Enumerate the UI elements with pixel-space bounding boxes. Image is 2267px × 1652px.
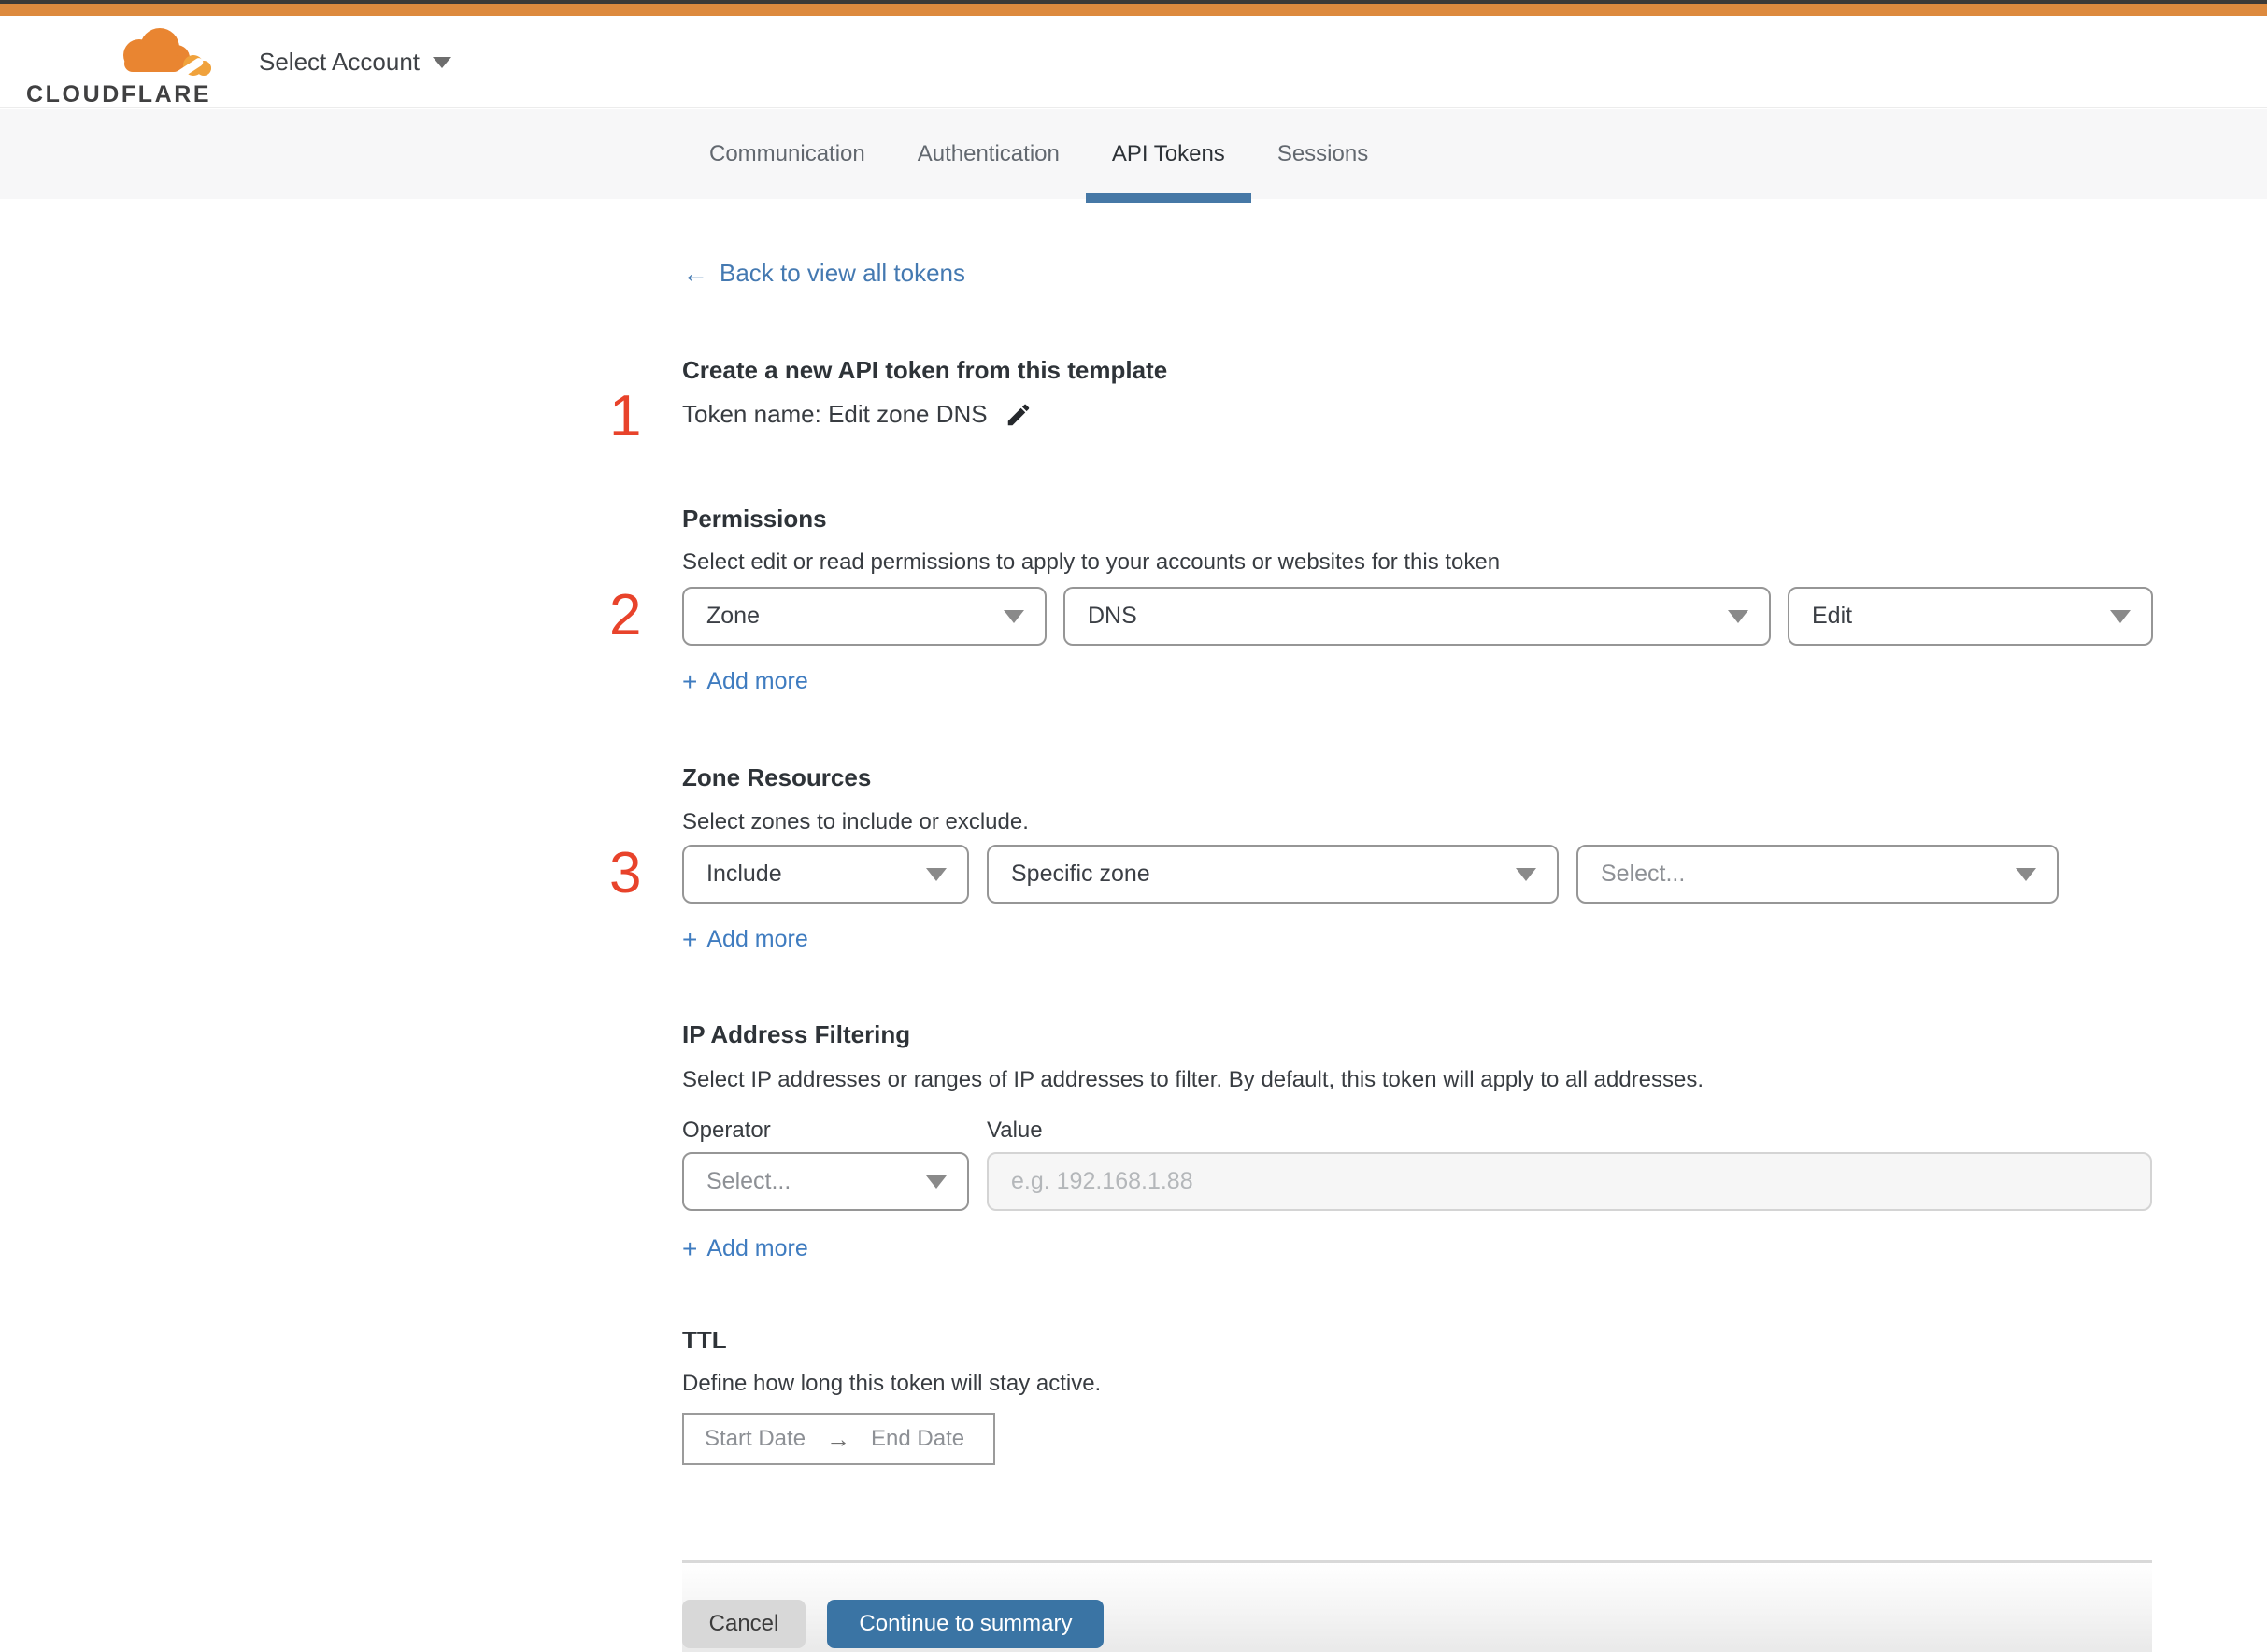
value-label: Value	[987, 1118, 1043, 1143]
brand-accent-bar	[0, 4, 2267, 16]
cancel-button[interactable]: Cancel	[682, 1600, 806, 1648]
tab-sessions[interactable]: Sessions	[1251, 109, 1394, 199]
step-marker-2: 2	[609, 583, 642, 648]
tab-communication[interactable]: Communication	[683, 109, 891, 199]
operator-label: Operator	[682, 1118, 771, 1143]
permissions-add-more-link[interactable]: + Add more	[682, 668, 808, 695]
permissions-row: Zone DNS Edit	[682, 587, 2153, 646]
zone-type-select[interactable]: Specific zone	[987, 845, 1559, 904]
date-range-arrow-icon: →	[826, 1424, 851, 1453]
start-date-field[interactable]: Start Date	[705, 1426, 806, 1452]
chevron-down-icon	[926, 1175, 947, 1189]
back-arrow-icon: ←	[682, 258, 708, 288]
tabs: Communication Authentication API Tokens …	[683, 109, 1394, 203]
ip-filtering-row: Select...	[682, 1152, 2152, 1211]
permission-access-select[interactable]: Edit	[1788, 587, 2153, 646]
chevron-down-icon	[1516, 867, 1536, 881]
page: CLOUDFLARE Select Account Communication …	[0, 0, 2267, 1652]
ip-filtering-add-more-link[interactable]: + Add more	[682, 1235, 808, 1262]
chevron-down-icon	[433, 56, 451, 68]
ip-value-input[interactable]	[987, 1152, 2152, 1211]
step-marker-1: 1	[609, 384, 642, 449]
ttl-description: Define how long this token will stay act…	[682, 1371, 1102, 1396]
footer-actions: Cancel Continue to summary	[682, 1600, 1105, 1648]
zone-value-select[interactable]: Select...	[1576, 845, 2059, 904]
permissions-description: Select edit or read permissions to apply…	[682, 549, 1501, 575]
tab-authentication[interactable]: Authentication	[891, 109, 1086, 199]
permission-resource-select[interactable]: DNS	[1063, 587, 1771, 646]
zone-resources-row: Include Specific zone Select...	[682, 845, 2059, 904]
profile-tabbar: Communication Authentication API Tokens …	[0, 109, 2267, 203]
account-selector[interactable]: Select Account	[259, 16, 451, 108]
page-title: Create a new API token from this templat…	[682, 356, 1168, 384]
main-content: ← Back to view all tokens Create a new A…	[609, 199, 2153, 1652]
back-link-label: Back to view all tokens	[720, 259, 966, 287]
chevron-down-icon	[2016, 867, 2036, 881]
cloudflare-wordmark: CLOUDFLARE	[26, 81, 212, 107]
ttl-heading: TTL	[682, 1326, 727, 1354]
ip-operator-select[interactable]: Select...	[682, 1152, 969, 1211]
token-name-row: Token name: Edit zone DNS	[682, 400, 1033, 429]
chevron-down-icon	[2110, 609, 2131, 623]
chevron-down-icon	[1004, 609, 1024, 623]
tab-api-tokens[interactable]: API Tokens	[1085, 109, 1251, 203]
cloudflare-cloud-icon	[123, 28, 211, 79]
back-to-tokens-link[interactable]: ← Back to view all tokens	[682, 259, 965, 288]
permission-scope-select[interactable]: Zone	[682, 587, 1047, 646]
permissions-heading: Permissions	[682, 505, 827, 533]
ttl-date-range[interactable]: Start Date → End Date	[682, 1413, 995, 1465]
continue-to-summary-button[interactable]: Continue to summary	[827, 1600, 1105, 1648]
chevron-down-icon	[926, 867, 947, 881]
zone-operator-select[interactable]: Include	[682, 845, 969, 904]
end-date-field[interactable]: End Date	[871, 1426, 964, 1452]
chevron-down-icon	[1728, 609, 1748, 623]
account-selector-label: Select Account	[259, 48, 420, 76]
plus-icon: +	[682, 666, 698, 696]
zone-resources-add-more-link[interactable]: + Add more	[682, 926, 808, 953]
app-header: CLOUDFLARE Select Account	[0, 16, 2267, 108]
ip-filtering-heading: IP Address Filtering	[682, 1020, 911, 1048]
zone-resources-description: Select zones to include or exclude.	[682, 809, 1029, 834]
plus-icon: +	[682, 1233, 698, 1263]
step-marker-3: 3	[609, 841, 642, 905]
plus-icon: +	[682, 924, 698, 954]
zone-resources-heading: Zone Resources	[682, 763, 872, 791]
ip-filtering-description: Select IP addresses or ranges of IP addr…	[682, 1067, 1704, 1092]
cloudflare-logo[interactable]: CLOUDFLARE	[26, 23, 213, 109]
edit-pencil-icon[interactable]	[1005, 401, 1033, 429]
token-name-label: Token name: Edit zone DNS	[682, 400, 988, 428]
